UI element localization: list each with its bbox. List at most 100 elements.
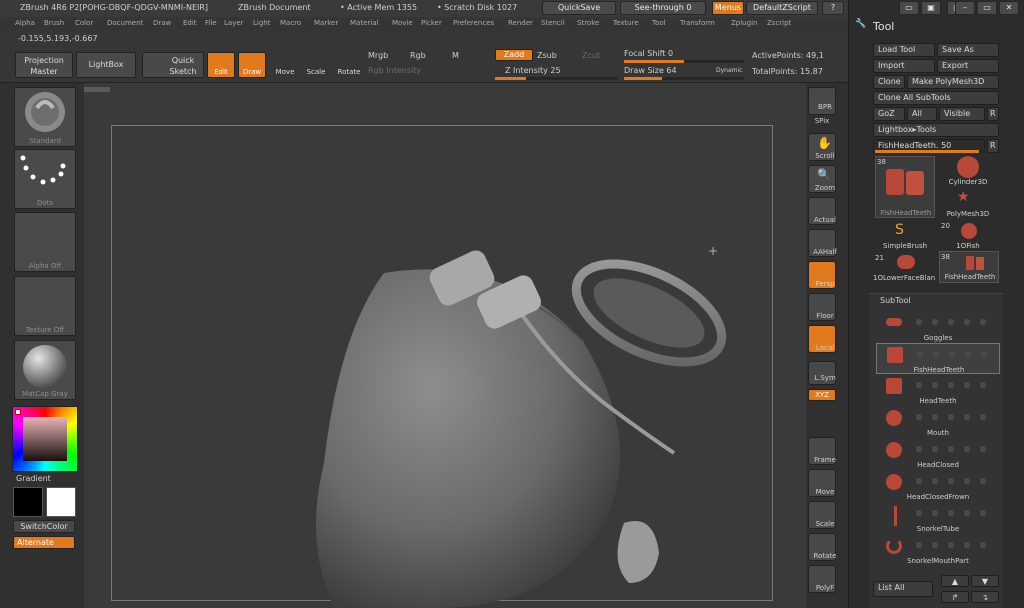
layout-icon[interactable]: ▭ — [899, 1, 919, 15]
move-subtool-down-icon[interactable]: ↴ — [971, 591, 999, 603]
alternate-button[interactable]: Alternate — [13, 536, 75, 549]
zcut-button[interactable]: Zcut — [582, 51, 600, 60]
projection-master-button[interactable]: Projection Master — [15, 52, 73, 78]
lower-face-icon[interactable] — [897, 255, 915, 269]
menu-movie[interactable]: Movie — [392, 19, 413, 27]
goz-r-button[interactable]: R — [987, 107, 999, 121]
local-button[interactable]: Local — [808, 325, 836, 353]
subtool-toggles[interactable] — [916, 381, 996, 388]
subtool-toggles[interactable] — [916, 541, 996, 548]
arrow-up-icon[interactable]: ▲ — [941, 575, 969, 587]
menu-picker[interactable]: Picker — [421, 19, 442, 27]
menus-button[interactable]: Menus — [712, 1, 744, 15]
close-icon[interactable]: ✕ — [999, 1, 1019, 15]
menu-tool[interactable]: Tool — [652, 19, 666, 27]
menu-file[interactable]: File — [205, 19, 217, 27]
rotate-button[interactable]: Rotate — [334, 52, 364, 78]
menu-stencil[interactable]: Stencil — [541, 19, 565, 27]
polyf-button[interactable]: PolyF — [808, 565, 836, 593]
subtool-toggles[interactable] — [916, 445, 996, 452]
menu-document[interactable]: Document — [107, 19, 143, 27]
lsym-button[interactable]: L.Sym — [808, 361, 836, 385]
menu-material[interactable]: Material — [350, 19, 378, 27]
menu-render[interactable]: Render — [508, 19, 533, 27]
simplebrush-icon[interactable]: S — [895, 222, 904, 238]
tool-thumb-fishheadteeth-2[interactable]: 38 FishHeadTeeth — [939, 251, 999, 283]
make-polymesh-button[interactable]: Make PolyMesh3D — [907, 75, 999, 89]
list-all-button[interactable]: List All — [873, 581, 933, 597]
subtool-row-mouth[interactable]: Mouth — [876, 407, 1000, 438]
edit-button[interactable]: Edit — [207, 52, 235, 78]
m-button[interactable]: M — [452, 51, 459, 60]
menu-brush[interactable]: Brush — [44, 19, 64, 27]
scale-button[interactable]: Scale — [302, 52, 330, 78]
color-picker[interactable] — [12, 406, 78, 472]
zoom-button[interactable]: 🔍 Zoom — [808, 165, 836, 193]
draw-button[interactable]: Draw — [238, 52, 266, 78]
scale-view-button[interactable]: Scale — [808, 501, 836, 529]
fish-head-model[interactable] — [84, 83, 806, 608]
secondary-color-swatch[interactable] — [13, 487, 43, 517]
subtool-row-headteeth[interactable]: HeadTeeth — [876, 375, 1000, 406]
bpr-button[interactable]: BPR — [808, 87, 836, 115]
focal-shift-slider[interactable]: Focal Shift 0 — [624, 49, 673, 58]
menu-color[interactable]: Color — [75, 19, 93, 27]
subtool-toggles[interactable] — [916, 477, 996, 484]
canvas-viewport[interactable]: + — [84, 83, 806, 608]
alpha-selector[interactable]: Alpha Off — [14, 212, 76, 272]
subtool-toggles[interactable] — [917, 350, 997, 357]
menu-alpha[interactable]: Alpha — [15, 19, 35, 27]
subtool-row-headclosedfrown[interactable]: HeadClosedFrown — [876, 471, 1000, 502]
texture-selector[interactable]: Texture Off — [14, 276, 76, 336]
subtool-row-snorkelmouthpart[interactable]: SnorkelMouthPart — [876, 535, 1000, 566]
menu-texture[interactable]: Texture — [613, 19, 639, 27]
xyz-button[interactable]: XYZ — [808, 389, 836, 401]
menu-light[interactable]: Light — [253, 19, 270, 27]
mrgb-button[interactable]: Mrgb — [368, 51, 388, 60]
move-view-button[interactable]: Move — [808, 469, 836, 497]
scroll-button[interactable]: ✋ Scroll — [808, 133, 836, 161]
lightbox-tools-button[interactable]: Lightbox▸Tools — [873, 123, 999, 137]
lightbox-button[interactable]: LightBox — [76, 52, 136, 78]
polymesh3d-star-icon[interactable]: ★ — [957, 189, 970, 205]
see-through-slider[interactable]: See-through 0 — [620, 1, 706, 15]
subtool-toggles[interactable] — [916, 509, 996, 516]
export-button[interactable]: Export — [937, 59, 999, 73]
draw-size-slider[interactable]: Draw Size 64 — [624, 66, 677, 75]
move-button[interactable]: Move — [271, 52, 299, 78]
dynamic-toggle[interactable]: Dynamic — [716, 67, 742, 74]
goz-visible-button[interactable]: Visible — [939, 107, 985, 121]
default-zscript-button[interactable]: DefaultZScript — [746, 1, 818, 15]
z-intensity-slider[interactable]: Z Intensity 25 — [505, 66, 561, 75]
fish-tool-icon[interactable] — [961, 223, 977, 239]
stroke-selector[interactable]: Dots — [14, 149, 76, 209]
menu-zscript[interactable]: Zscript — [767, 19, 791, 27]
rgb-intensity-slider[interactable]: Rgb Intensity — [368, 66, 421, 75]
subtool-row-headclosed[interactable]: HeadClosed — [876, 439, 1000, 470]
subtool-toggles[interactable] — [916, 318, 996, 325]
persp-button[interactable]: Persp — [808, 261, 836, 289]
brush-selector[interactable]: Standard — [14, 87, 76, 147]
import-button[interactable]: Import — [873, 59, 935, 73]
menu-zplugin[interactable]: Zplugin — [731, 19, 757, 27]
goz-all-button[interactable]: All — [907, 107, 937, 121]
clone-button[interactable]: Clone — [873, 75, 905, 89]
menu-layer[interactable]: Layer — [224, 19, 244, 27]
focal-shift-track[interactable] — [624, 60, 744, 63]
subtool-toggles[interactable] — [916, 413, 996, 420]
material-selector[interactable]: MatCap Gray — [14, 340, 76, 400]
switch-color-button[interactable]: SwitchColor — [13, 520, 75, 533]
subtool-row-snorkeltube[interactable]: SnorkelTube — [876, 503, 1000, 534]
zsub-button[interactable]: Zsub — [537, 51, 557, 60]
menu-transform[interactable]: Transform — [680, 19, 715, 27]
frame-button[interactable]: Frame — [808, 437, 836, 465]
arrow-down-icon[interactable]: ▼ — [971, 575, 999, 587]
rotate-view-button[interactable]: Rotate — [808, 533, 836, 561]
menu-marker[interactable]: Marker — [314, 19, 338, 27]
move-subtool-up-icon[interactable]: ↱ — [941, 591, 969, 603]
tool-thumb-fishheadteeth[interactable]: 38 FishHeadTeeth — [875, 156, 935, 218]
menu-macro[interactable]: Macro — [280, 19, 301, 27]
restore-icon[interactable]: ▭ — [977, 1, 997, 15]
saturation-square[interactable] — [23, 417, 67, 461]
spix-slider[interactable]: SPix — [806, 117, 838, 125]
